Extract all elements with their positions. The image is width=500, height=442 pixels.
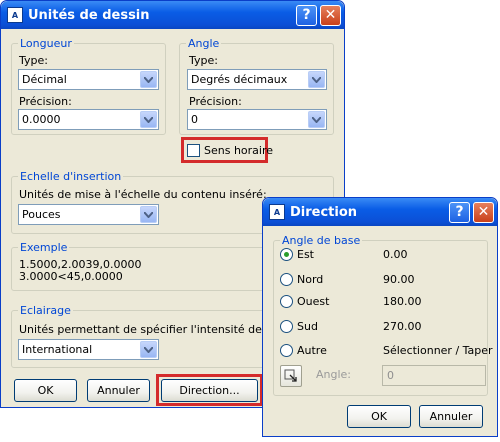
base-angle-group-label: Angle de base <box>280 234 363 247</box>
close-icon: ✕ <box>477 204 490 220</box>
lighting-units-select[interactable]: International <box>18 339 159 360</box>
radio-autre[interactable] <box>280 344 293 357</box>
insertion-scale-description: Unités de mise à l'échelle du contenu in… <box>19 188 267 201</box>
radio-est[interactable] <box>280 248 293 261</box>
help-button[interactable]: ? <box>296 4 317 26</box>
length-precision-select[interactable]: 0.0000 <box>18 109 159 130</box>
chevron-down-icon[interactable] <box>140 341 157 358</box>
angle-type-select[interactable]: Degrés décimaux <box>187 69 327 90</box>
angle-group-label: Angle <box>186 37 222 50</box>
angle-precision-value: 0 <box>191 113 198 126</box>
angle-precision-label: Précision: <box>189 95 242 108</box>
help-icon: ? <box>455 204 464 220</box>
length-type-select[interactable]: Décimal <box>18 69 159 90</box>
autocad-app-icon: A <box>269 204 285 220</box>
angle-type-value: Degrés décimaux <box>191 73 288 86</box>
clockwise-checkbox[interactable] <box>187 144 200 157</box>
radio-est-value: 0.00 <box>383 248 408 261</box>
units-dialog-title: Unités de dessin <box>28 7 150 23</box>
example-group-label: Exemple <box>18 241 70 254</box>
direction-dialog: A Direction ? ✕ Angle de base Est 0.00 N… <box>262 197 498 437</box>
radio-est-label[interactable]: Est <box>297 248 314 261</box>
radio-nord-value: 90.00 <box>383 273 415 286</box>
angle-input-value: 0 <box>387 369 394 382</box>
autocad-app-icon: A <box>7 7 23 23</box>
insertion-units-value: Pouces <box>22 208 61 221</box>
units-dialog-titlebar[interactable]: A Unités de dessin ? ✕ <box>1 1 344 29</box>
pick-angle-button[interactable] <box>280 365 302 387</box>
radio-ouest[interactable] <box>280 295 293 308</box>
direction-button[interactable]: Direction... <box>161 379 258 402</box>
radio-nord[interactable] <box>280 273 293 286</box>
clockwise-label[interactable]: Sens horaire <box>204 144 273 157</box>
angle-type-label: Type: <box>189 54 218 67</box>
chevron-down-icon[interactable] <box>308 111 325 128</box>
chevron-down-icon[interactable] <box>308 71 325 88</box>
radio-sud-value: 270.00 <box>383 320 422 333</box>
angle-input-label: Angle: <box>316 368 352 381</box>
radio-ouest-value: 180.00 <box>383 295 422 308</box>
lighting-units-value: International <box>22 343 93 356</box>
insertion-scale-group-label: Echelle d'insertion <box>18 170 124 183</box>
example-line-2: 3.0000<45,0.0000 <box>19 270 123 283</box>
direction-dialog-title: Direction <box>290 204 358 220</box>
chevron-down-icon[interactable] <box>140 111 157 128</box>
length-precision-value: 0.0000 <box>22 113 61 126</box>
direction-dialog-titlebar[interactable]: A Direction ? ✕ <box>263 198 497 226</box>
chevron-down-icon[interactable] <box>140 71 157 88</box>
close-button[interactable]: ✕ <box>320 4 341 26</box>
help-icon: ? <box>302 7 311 23</box>
close-icon: ✕ <box>324 7 337 23</box>
chevron-down-icon[interactable] <box>140 206 157 223</box>
lighting-group-label: Eclairage <box>18 304 73 317</box>
pick-point-icon <box>284 369 297 382</box>
direction-ok-button[interactable]: OK <box>347 405 411 428</box>
insertion-units-select[interactable]: Pouces <box>18 204 159 225</box>
lighting-description: Unités permettant de spécifier l'intensi… <box>19 323 265 336</box>
radio-sud-label[interactable]: Sud <box>297 320 318 333</box>
ok-button[interactable]: OK <box>14 379 77 402</box>
angle-precision-select[interactable]: 0 <box>187 109 327 130</box>
length-type-value: Décimal <box>22 73 67 86</box>
length-group-label: Longueur <box>18 37 74 50</box>
radio-ouest-label[interactable]: Ouest <box>297 295 329 308</box>
close-button[interactable]: ✕ <box>473 201 494 223</box>
help-button[interactable]: ? <box>449 201 470 223</box>
direction-cancel-button[interactable]: Annuler <box>419 405 483 428</box>
length-type-label: Type: <box>19 54 48 67</box>
angle-input[interactable]: 0 <box>382 365 486 386</box>
cancel-button[interactable]: Annuler <box>87 379 150 402</box>
length-precision-label: Précision: <box>19 95 72 108</box>
radio-sud[interactable] <box>280 320 293 333</box>
radio-nord-label[interactable]: Nord <box>297 273 323 286</box>
radio-autre-label[interactable]: Autre <box>297 344 327 357</box>
radio-autre-value: Sélectionner / Taper <box>383 344 493 357</box>
